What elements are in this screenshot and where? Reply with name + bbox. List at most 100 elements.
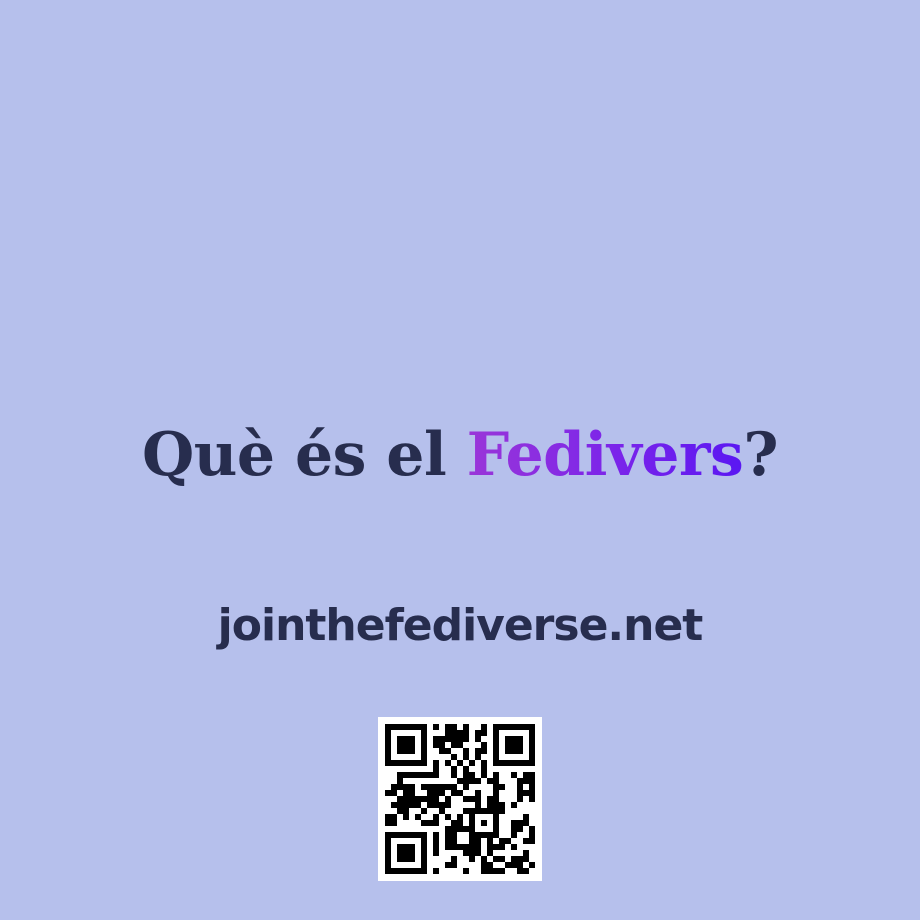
qr-module [487, 862, 494, 869]
qr-module [421, 820, 428, 827]
qr-module [445, 832, 452, 839]
qr-module [517, 790, 524, 797]
qr-module [481, 766, 488, 773]
qr-module [433, 820, 440, 827]
qr-module [481, 724, 488, 731]
qr-module [529, 784, 536, 791]
qr-module [481, 730, 488, 737]
qr-module [475, 844, 482, 851]
qr-module [409, 724, 416, 731]
qr-module [469, 796, 476, 803]
qr-module [421, 808, 428, 815]
qr-module [511, 820, 518, 827]
qr-module [517, 862, 524, 869]
qr-module [385, 724, 392, 731]
qr-module [415, 868, 422, 875]
qr-module [433, 742, 440, 749]
qr-module [475, 808, 482, 815]
qr-module [463, 844, 470, 851]
qr-module [391, 790, 398, 797]
qr-module [511, 748, 518, 755]
qr-module [415, 802, 422, 809]
qr-module [445, 796, 452, 803]
qr-module [385, 754, 392, 761]
qr-module [457, 826, 464, 833]
qr-module [409, 790, 416, 797]
qr-module [475, 838, 482, 845]
qr-module [385, 820, 392, 827]
qr-module [481, 808, 488, 815]
qr-module [445, 736, 452, 743]
qr-module [499, 802, 506, 809]
qr-module [439, 790, 446, 797]
qr-module [391, 868, 398, 875]
qr-module [403, 724, 410, 731]
qr-module [457, 736, 464, 743]
qr-module [385, 790, 392, 797]
qr-module [463, 766, 470, 773]
qr-module [475, 832, 482, 839]
qr-module [451, 724, 458, 731]
qr-module [517, 742, 524, 749]
qr-module [409, 760, 416, 767]
qr-module [421, 838, 428, 845]
qr-module [493, 814, 500, 821]
qr-module [445, 760, 452, 767]
qr-module [505, 724, 512, 731]
qr-module [475, 754, 482, 761]
headline-prefix: Què és el [142, 420, 467, 490]
qr-module [511, 742, 518, 749]
qr-module [451, 856, 458, 863]
qr-module [391, 802, 398, 809]
qr-module [427, 772, 434, 779]
qr-module [385, 868, 392, 875]
qr-module [391, 760, 398, 767]
qr-module [403, 844, 410, 851]
qr-module [463, 772, 470, 779]
qr-module [493, 724, 500, 731]
qr-module [463, 850, 470, 857]
qr-module [493, 844, 500, 851]
qr-module [511, 844, 518, 851]
qr-module [499, 838, 506, 845]
qr-module [499, 760, 506, 767]
qr-module [469, 814, 476, 821]
qr-module [397, 844, 404, 851]
qr-module [517, 856, 524, 863]
qr-module [427, 784, 434, 791]
qr-module [487, 832, 494, 839]
qr-module [523, 850, 530, 857]
qr-module [397, 796, 404, 803]
qr-module [505, 760, 512, 767]
qr-module [457, 814, 464, 821]
qr-module [403, 808, 410, 815]
qr-module [517, 784, 524, 791]
qr-module [523, 820, 530, 827]
qr-module [529, 790, 536, 797]
qr-module [433, 784, 440, 791]
qr-module [523, 868, 530, 875]
qr-module [505, 862, 512, 869]
qr-module [439, 736, 446, 743]
qr-module [403, 748, 410, 755]
qr-module [517, 760, 524, 767]
qr-module [421, 856, 428, 863]
qr-module [409, 850, 416, 857]
qr-module [493, 802, 500, 809]
qr-module [523, 760, 530, 767]
qr-module [475, 736, 482, 743]
qr-module [493, 856, 500, 863]
qr-module [469, 808, 476, 815]
qr-module [475, 790, 482, 797]
qr-module [451, 826, 458, 833]
qr-module [529, 754, 536, 761]
qr-module [493, 790, 500, 797]
qr-module [481, 760, 488, 767]
qr-module [385, 856, 392, 863]
qr-module [511, 724, 518, 731]
qr-module [511, 802, 518, 809]
qr-module [493, 742, 500, 749]
qr-module [433, 868, 440, 875]
qr-module [403, 760, 410, 767]
qr-module [487, 778, 494, 785]
